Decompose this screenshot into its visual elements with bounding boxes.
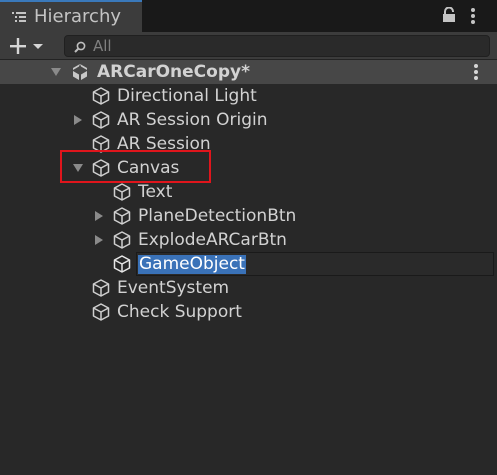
cube-outline-icon (113, 255, 131, 273)
tree-item-label: Text (138, 182, 173, 202)
tree-item-label: Directional Light (117, 86, 257, 106)
lock-icon[interactable] (442, 7, 456, 23)
cube-icon (92, 303, 110, 321)
collapsed-arrow-icon[interactable] (93, 234, 105, 246)
tree-item-directional-light[interactable]: Directional Light (0, 84, 497, 108)
tree-item-label: PlaneDetectionBtn (138, 206, 297, 226)
tab-title: Hierarchy (34, 6, 122, 27)
cube-icon (92, 87, 110, 105)
tree-item-label: ExplodeARCarBtn (138, 230, 287, 250)
highlight-box (60, 150, 211, 183)
scene-row[interactable]: ARCarOneCopy* (0, 60, 497, 84)
scene-menu-icon[interactable] (473, 63, 479, 81)
cube-icon (92, 279, 110, 297)
tree-item-label: AR Session Origin (117, 110, 268, 130)
plus-icon (10, 38, 26, 54)
tree-item-text[interactable]: Text (0, 180, 497, 204)
list-icon (12, 12, 26, 22)
tree-item-explode-ar-car-btn[interactable]: ExplodeARCarBtn (0, 228, 497, 252)
cube-icon (113, 207, 131, 225)
add-dropdown-button[interactable] (6, 35, 48, 57)
vertical-ellipsis-icon[interactable] (470, 6, 476, 26)
rename-selected-text: GameObject (138, 254, 246, 274)
scene-name: ARCarOneCopy* (97, 62, 250, 82)
cube-icon (92, 111, 110, 129)
tree-item-label: EventSystem (117, 278, 230, 298)
tab-hierarchy[interactable]: Hierarchy (0, 0, 142, 32)
unity-logo-icon (73, 64, 87, 80)
cube-icon (113, 231, 131, 249)
tree-item-event-system[interactable]: EventSystem (0, 276, 497, 300)
tab-bar: Hierarchy (0, 0, 497, 32)
expanded-arrow-icon[interactable] (50, 66, 62, 78)
tree-item-game-object[interactable]: GameObject (0, 252, 497, 276)
rename-field[interactable]: GameObject (136, 252, 494, 276)
cube-icon (113, 183, 131, 201)
tree-item-check-support[interactable]: Check Support (0, 300, 497, 324)
tree-item-ar-session-origin[interactable]: AR Session Origin (0, 108, 497, 132)
search-input[interactable]: All (64, 35, 490, 57)
search-placeholder: All (93, 37, 112, 55)
chevron-down-icon (33, 44, 43, 49)
collapsed-arrow-icon[interactable] (72, 114, 84, 126)
tree-item-label: Check Support (117, 302, 242, 322)
collapsed-arrow-icon[interactable] (93, 210, 105, 222)
hierarchy-toolbar: All (0, 32, 497, 60)
search-icon (74, 41, 86, 53)
tree-item-plane-detection-btn[interactable]: PlaneDetectionBtn (0, 204, 497, 228)
